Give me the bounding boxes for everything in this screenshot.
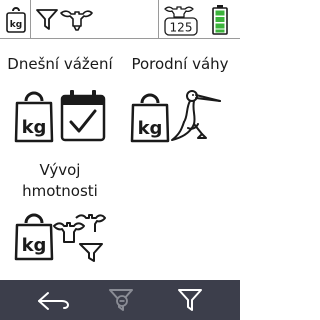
herd-counter-icon: 125 [161,1,201,37]
status-bar: kg 125 [0,0,240,38]
filter-icon [177,287,203,313]
birth-weight-icon: kg [130,86,226,144]
tile-weight-development[interactable]: Vývoj hmotnosti kg [0,160,120,276]
tile-label: Vývoj hmotnosti [22,161,98,200]
filter-remove-icon [108,287,134,313]
weight-development-icon: kg [14,210,106,262]
svg-text:kg: kg [10,20,22,30]
animal-filter-icon[interactable] [35,7,93,31]
daily-weighing-icon: kg [14,88,108,144]
tile-label: Porodní váhy [131,55,229,73]
tile-daily-weighing[interactable]: Dnešní vážení kg [0,44,120,148]
back-button[interactable] [28,280,78,320]
svg-text:125: 125 [170,21,193,35]
svg-text:kg: kg [22,117,47,138]
svg-text:kg: kg [138,118,163,139]
battery-icon [212,5,228,35]
bottom-toolbar [0,280,240,320]
back-arrow-icon [36,290,72,312]
clear-filter-button[interactable] [100,280,140,320]
tile-label: Dnešní vážení [7,55,113,73]
weight-scale-icon: kg [6,5,26,33]
tile-birth-weights[interactable]: Porodní váhy kg [120,44,240,148]
filter-button[interactable] [170,280,210,320]
svg-text:kg: kg [22,235,47,256]
